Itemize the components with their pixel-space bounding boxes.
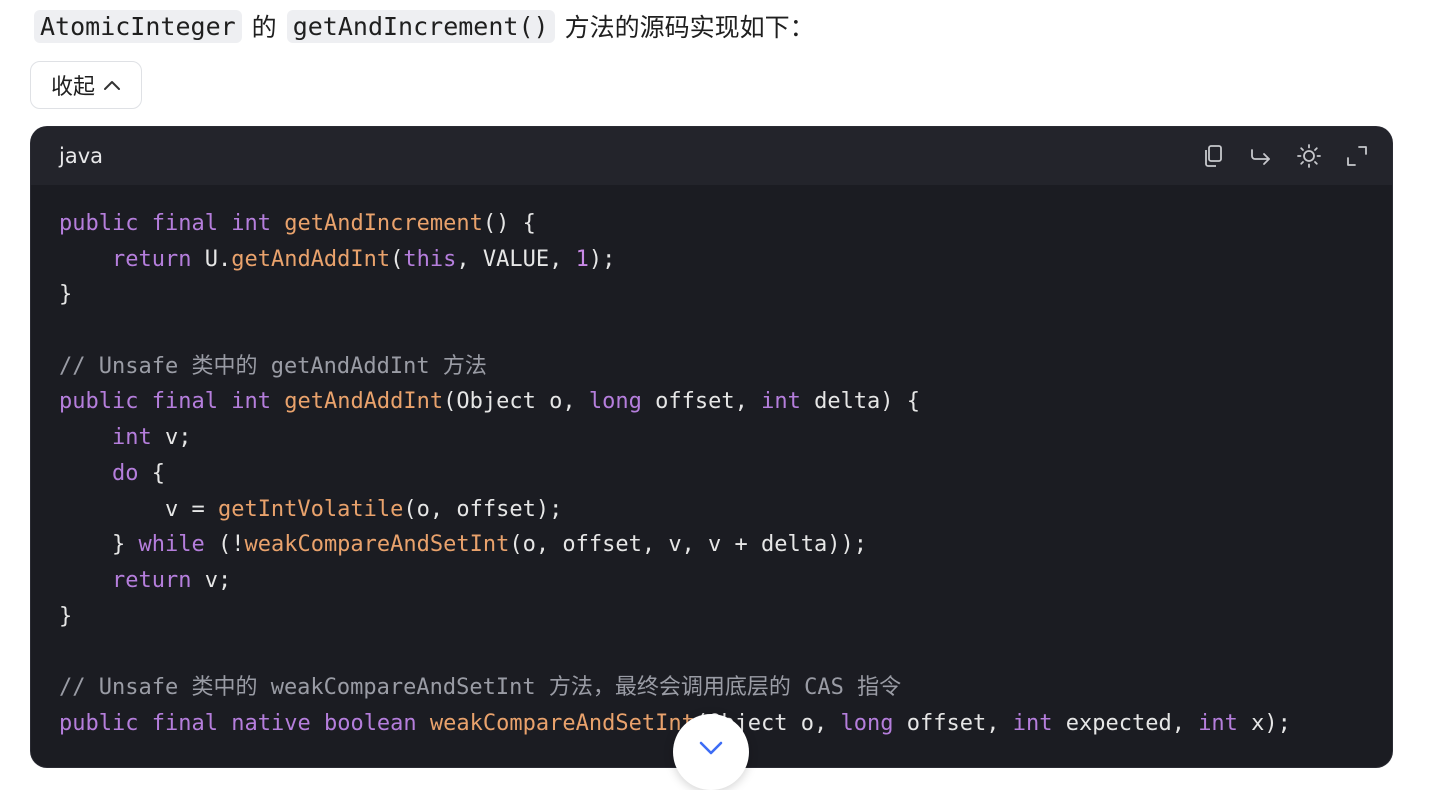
code-block: java public final int getAndIncrement() … xyxy=(31,127,1392,767)
code-token: weakCompareAndSetInt xyxy=(429,710,695,736)
code-token: () { xyxy=(482,211,536,236)
code-token: final xyxy=(151,211,218,236)
code-token: public xyxy=(59,211,139,236)
code-line: public final int getAndIncrement() { xyxy=(59,206,1364,242)
code-token: v = xyxy=(59,496,218,522)
code-token: } xyxy=(59,282,73,308)
code-token: int xyxy=(111,425,152,451)
code-token: ); xyxy=(588,246,616,272)
code-token: public xyxy=(59,710,139,736)
code-token: (Object o, xyxy=(443,389,589,415)
code-token: while xyxy=(138,532,205,558)
wrap-icon[interactable] xyxy=(1248,143,1274,169)
code-token: expected, xyxy=(1052,710,1199,736)
intro-line: AtomicInteger 的 getAndIncrement() 方法的源码实… xyxy=(34,6,825,46)
code-token: this xyxy=(403,246,457,272)
collapse-button-label: 收起 xyxy=(50,75,95,100)
code-line: public final int getAndAddInt(Object o, … xyxy=(59,384,1364,420)
copy-icon[interactable] xyxy=(1200,143,1226,169)
code-token: // Unsafe 类中的 getAndAddInt 方法 xyxy=(59,353,487,379)
code-token: boolean xyxy=(323,710,417,736)
code-line: ​ xyxy=(59,634,1364,670)
code-line: // Unsafe 类中的 weakCompareAndSetInt 方法，最终… xyxy=(59,670,1364,706)
code-token: } xyxy=(59,532,139,558)
collapse-button[interactable]: 收起 xyxy=(30,61,142,109)
inline-code-getandincrement: getAndIncrement() xyxy=(286,9,555,43)
code-line: ​ xyxy=(59,313,1364,349)
code-toolbar xyxy=(1200,143,1370,169)
code-token: int xyxy=(231,211,271,236)
inline-code-atomicinteger: AtomicInteger xyxy=(34,9,242,43)
code-token: long xyxy=(588,389,642,415)
code-token: v; xyxy=(191,567,232,593)
code-token: { xyxy=(138,460,165,486)
code-line: } xyxy=(59,599,1364,635)
code-token: return xyxy=(111,246,192,272)
code-token: int xyxy=(761,389,801,415)
code-token: delta) { xyxy=(800,389,921,415)
code-token: (! xyxy=(204,532,245,558)
chevron-down-icon xyxy=(698,740,724,760)
code-token: getAndAddInt xyxy=(284,389,444,415)
code-language-label: java xyxy=(59,144,103,168)
code-token: x); xyxy=(1237,710,1291,736)
code-token: v; xyxy=(151,425,192,451)
code-token: final xyxy=(151,710,218,736)
code-line: } while (!weakCompareAndSetInt(o, offset… xyxy=(59,527,1364,563)
code-line: // Unsafe 类中的 getAndAddInt 方法 xyxy=(59,349,1364,385)
intro-text-description: 方法的源码实现如下： xyxy=(564,13,815,42)
code-line: v = getIntVolatile(o, offset); xyxy=(59,492,1364,528)
code-token: native xyxy=(231,710,311,736)
code-token: final xyxy=(151,389,218,415)
code-token: getAndIncrement xyxy=(284,211,483,236)
code-token: getAndAddInt xyxy=(231,246,391,272)
code-line: return U.getAndAddInt(this, VALUE, 1); xyxy=(59,242,1364,278)
code-token: return xyxy=(111,567,192,593)
code-line: return v; xyxy=(59,563,1364,599)
code-token: int xyxy=(1012,710,1053,736)
code-token: public xyxy=(59,389,139,415)
code-token: long xyxy=(840,710,894,736)
code-content[interactable]: public final int getAndIncrement() { ret… xyxy=(31,185,1392,741)
code-token: int xyxy=(1198,710,1238,736)
code-token: offset, xyxy=(641,389,762,415)
code-line: do { xyxy=(59,456,1364,492)
chevron-up-icon xyxy=(103,79,121,91)
code-token: U. xyxy=(191,246,232,272)
code-token: ( xyxy=(390,246,404,272)
code-token: 1 xyxy=(575,246,589,272)
code-line: int v; xyxy=(59,420,1364,456)
code-block-header: java xyxy=(31,127,1392,185)
intro-text-de: 的 xyxy=(251,13,277,42)
code-line: } xyxy=(59,277,1364,313)
code-token: do xyxy=(111,460,139,486)
code-token: , VALUE, xyxy=(456,246,576,272)
code-token: int xyxy=(231,389,271,415)
code-token: } xyxy=(59,603,73,629)
fullscreen-icon[interactable] xyxy=(1344,143,1370,169)
code-token: // Unsafe 类中的 weakCompareAndSetInt 方法，最终… xyxy=(59,674,902,700)
code-token: weakCompareAndSetInt xyxy=(244,532,510,558)
scroll-down-button[interactable] xyxy=(673,714,749,790)
code-token: (o, offset); xyxy=(403,496,563,522)
code-token: getIntVolatile xyxy=(217,496,404,522)
code-token: offset, xyxy=(893,710,1013,736)
code-token: (o, offset, v, v + delta)); xyxy=(509,532,867,558)
theme-icon[interactable] xyxy=(1296,143,1322,169)
